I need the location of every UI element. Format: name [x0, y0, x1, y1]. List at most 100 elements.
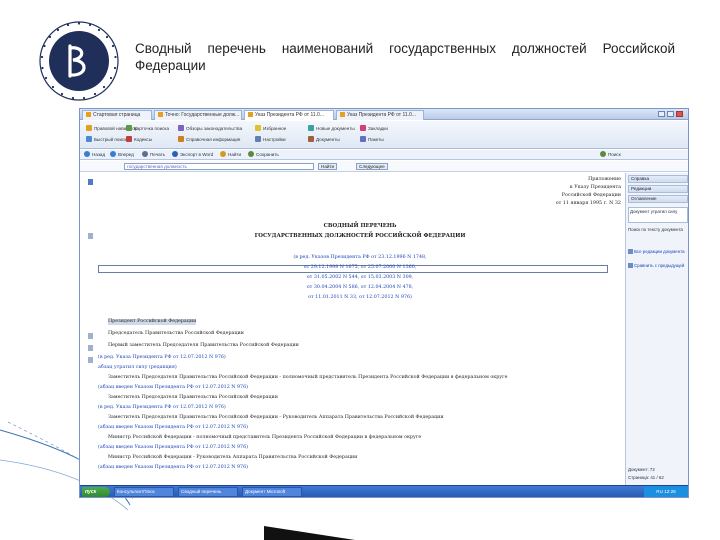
document-pane: Приложение к Указу Президента Российской…: [80, 173, 625, 485]
find-bar: государственная должность Найти Следующе…: [80, 161, 688, 172]
amendment-link[interactable]: (в ред. Указа Президента РФ от 12.07.201…: [98, 355, 226, 361]
right-sidebar: Справка Редакции Оглавление Документ утр…: [625, 173, 688, 485]
ribbon-button[interactable]: Документы: [308, 136, 340, 142]
binoculars-icon: [220, 151, 226, 157]
sidebar-page-status: Страница: 41 / 62: [628, 475, 664, 480]
package-icon: [360, 136, 366, 142]
sidebar-link[interactable]: Сравнить с предыдущей: [634, 263, 688, 268]
taskbar-item[interactable]: Документ Microsoft: [242, 487, 302, 497]
list-item: Заместитель Председателя Правительства Р…: [108, 375, 508, 380]
amendment-link[interactable]: (в ред. Указа Президента РФ от 12.07.201…: [98, 405, 226, 411]
amendment-link[interactable]: абзац утратил силу (редакция): [98, 365, 177, 371]
paragraph-marker[interactable]: [88, 345, 93, 351]
save-button[interactable]: Сохранить: [248, 151, 279, 157]
find-submit-button[interactable]: Найти: [318, 163, 338, 170]
printer-icon: [142, 151, 148, 157]
ribbon-button[interactable]: Пакеты: [360, 136, 384, 142]
list-item: Первый заместитель Председателя Правител…: [108, 343, 299, 348]
close-icon[interactable]: [676, 111, 683, 117]
sidebar-status: Документ: 72: [628, 467, 655, 472]
back-button[interactable]: Назад: [84, 151, 105, 157]
sidebar-link[interactable]: Все редакции документа: [634, 249, 688, 254]
review-icon: [178, 125, 184, 131]
ribbon-button[interactable]: Новые документы: [308, 125, 355, 131]
bookmark-marker[interactable]: [88, 179, 93, 185]
tab-icon: [340, 112, 345, 118]
navigator-icon: [86, 125, 92, 131]
forward-button[interactable]: Вперед: [110, 151, 134, 157]
ribbon-button[interactable]: Настройки: [255, 136, 286, 142]
amendment-link[interactable]: (абзац введен Указом Президента РФ от 12…: [98, 425, 248, 431]
revision-link[interactable]: (в ред. Указов Президента РФ от 23.12.19…: [240, 255, 480, 261]
revision-link[interactable]: от 31.05.2002 N 544, от 15.03.2003 N 309…: [240, 275, 480, 281]
tab-icon: [248, 112, 253, 118]
start-button[interactable]: пуск: [82, 487, 110, 497]
ribbon-button[interactable]: Быстрый поиск: [86, 136, 126, 142]
paragraph-marker[interactable]: [88, 333, 93, 339]
approval-line: от 11 января 1995 г. N 32: [555, 201, 621, 206]
ribbon-button[interactable]: Справочная информация: [178, 136, 240, 142]
sidebar-info-text: Поиск по тексту документа: [628, 227, 683, 232]
tab-search[interactable]: Точно: Государственные долж...: [154, 110, 242, 120]
next-match-button[interactable]: Следующее: [356, 163, 388, 170]
find-input[interactable]: государственная должность: [124, 163, 314, 170]
print-button[interactable]: Печать: [142, 151, 165, 157]
ribbon-button[interactable]: Обзоры законодательства: [178, 125, 242, 131]
list-item: Президент Российской Федерации: [108, 319, 197, 325]
revision-link[interactable]: от 30.04.2004 N 586, от 12.04.2004 N 478…: [240, 285, 480, 291]
list-item: Заместитель Председателя Правительства Р…: [108, 415, 444, 420]
sidebar-tab-contents[interactable]: Оглавление: [628, 195, 688, 203]
document-subheading: ГОСУДАРСТВЕННЫХ ДОЛЖНОСТЕЙ РОССИЙСКОЙ ФЕ…: [254, 233, 466, 239]
maximize-icon[interactable]: [667, 111, 674, 117]
search-nav-button[interactable]: Поиск: [600, 151, 621, 157]
export-word-button[interactable]: Экспорт в Word: [172, 151, 213, 157]
documents-icon: [308, 136, 314, 142]
sidebar-tab-info[interactable]: Справка: [628, 175, 688, 183]
arrow-left-icon: [84, 151, 90, 157]
ribbon-button[interactable]: Избранное: [255, 125, 286, 131]
approval-line: к Указу Президента: [569, 185, 621, 190]
document-heading: СВОДНЫЙ ПЕРЕЧЕНЬ: [323, 223, 397, 229]
list-item: Председатель Правительства Российской Фе…: [108, 331, 244, 336]
navigation-bar: Назад Вперед Печать Экспорт в Word Найти…: [80, 150, 688, 160]
bookmark-icon: [360, 125, 366, 131]
sidebar-tab-editions[interactable]: Редакции: [628, 185, 688, 193]
ribbon-toolbar: Правовой навигатор Быстрый поиск Карточк…: [80, 121, 688, 149]
tab-document[interactable]: Указ Президента РФ от 11.0...: [336, 110, 424, 120]
paragraph-marker[interactable]: [88, 233, 93, 239]
amendment-link[interactable]: (абзац введен Указом Президента РФ от 12…: [98, 445, 248, 451]
approval-line: Российской Федерации: [561, 193, 621, 198]
approval-line: Приложение: [588, 177, 621, 182]
taskbar-clock: RU 12:28: [644, 486, 688, 497]
new-documents-icon: [308, 125, 314, 131]
card-icon: [126, 125, 132, 131]
revision-link[interactable]: от 11.01.2011 N 33, от 12.07.2012 N 976): [240, 295, 480, 301]
taskbar-item[interactable]: Сводный перечень: [178, 487, 238, 497]
save-icon: [248, 151, 254, 157]
amendment-link[interactable]: (абзац введен Указом Президента РФ от 12…: [98, 465, 248, 471]
tab-document-active[interactable]: Указ Президента РФ от 11.0...: [244, 110, 334, 120]
star-icon: [255, 125, 261, 131]
taskbar-item[interactable]: КонсультантПлюс: [114, 487, 174, 497]
reference-icon: [178, 136, 184, 142]
find-button[interactable]: Найти: [220, 151, 241, 157]
gear-icon: [255, 136, 261, 142]
ribbon-button[interactable]: Закладки: [360, 125, 388, 131]
arrow-right-icon: [110, 151, 116, 157]
compare-icon: [628, 263, 633, 268]
tab-start[interactable]: Стартовая страница: [82, 110, 152, 120]
revision-link[interactable]: от 29.12.1998 N 1675, от 25.07.2000 N 13…: [240, 265, 480, 271]
ribbon-button[interactable]: Карточка поиска: [126, 125, 169, 131]
search-icon: [86, 136, 92, 142]
paragraph-marker[interactable]: [88, 357, 93, 363]
sidebar-info-box: Документ утратил силу: [628, 207, 688, 223]
minimize-icon[interactable]: [658, 111, 665, 117]
ribbon-button[interactable]: Кодексы: [126, 136, 152, 142]
tab-icon: [86, 112, 91, 118]
slide-title: Сводный перечень наименований государств…: [135, 41, 675, 73]
list-item: Заместитель Председателя Правительства Р…: [108, 395, 278, 400]
list-item: Министр Российской Федерации - полномочн…: [108, 435, 422, 440]
amendment-link[interactable]: (абзац введен Указом Президента РФ от 12…: [98, 385, 248, 391]
search-icon: [600, 151, 606, 157]
university-logo: [39, 21, 119, 101]
